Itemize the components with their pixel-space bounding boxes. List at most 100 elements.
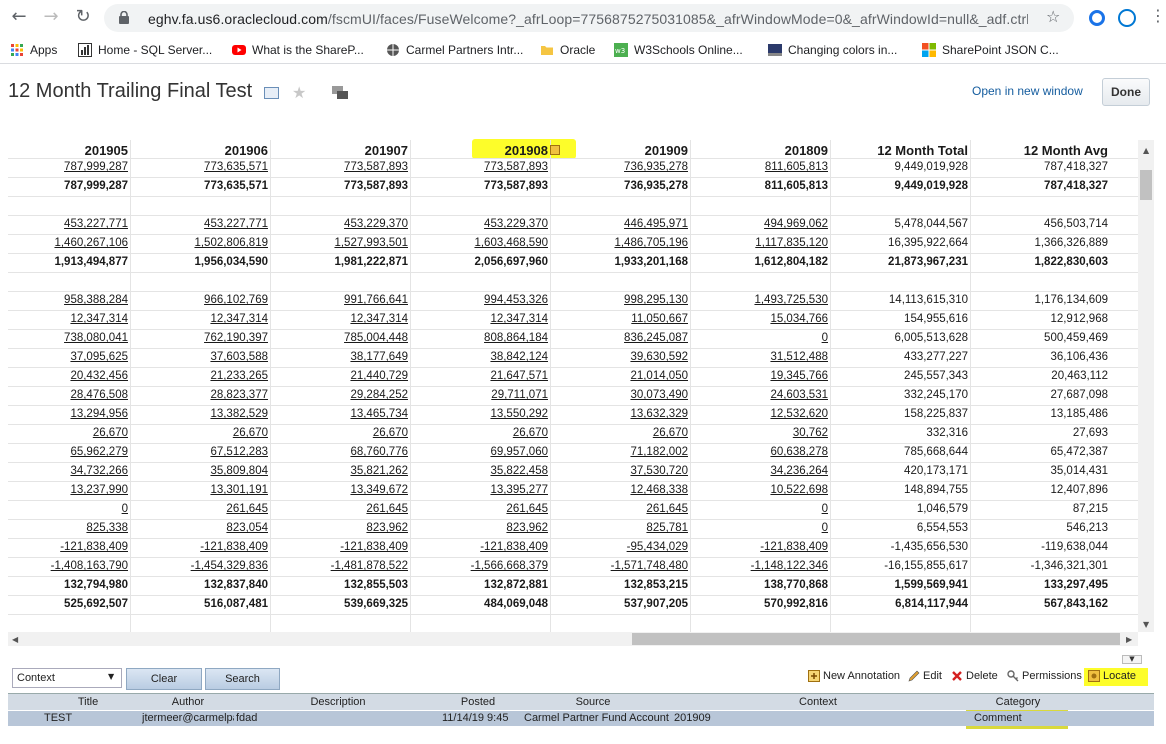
drill-link-cell[interactable]: 39,630,592 <box>630 351 688 363</box>
drill-link-cell[interactable]: 736,935,278 <box>624 161 688 173</box>
drill-link-cell[interactable]: 261,645 <box>506 503 548 515</box>
drill-link-cell[interactable]: 35,809,804 <box>210 465 268 477</box>
drill-link-cell[interactable]: 21,014,050 <box>630 370 688 382</box>
drill-link-cell[interactable]: 12,347,314 <box>490 313 548 325</box>
drill-link-cell[interactable]: -121,838,409 <box>340 541 408 553</box>
drill-link-cell[interactable]: 738,080,041 <box>64 332 128 344</box>
drill-link-cell[interactable]: 823,962 <box>506 522 548 534</box>
annotation-icon[interactable] <box>332 86 348 100</box>
bookmark-sharepoint-json[interactable]: SharePoint JSON C... <box>922 41 1059 59</box>
drill-link-cell[interactable]: 12,347,314 <box>350 313 408 325</box>
drill-link-cell[interactable]: 35,821,262 <box>350 465 408 477</box>
scroll-down-arrow-icon[interactable]: ▼ <box>1143 620 1149 629</box>
drill-link-cell[interactable]: 991,766,641 <box>344 294 408 306</box>
drill-link-cell[interactable]: 1,493,725,530 <box>754 294 828 306</box>
drill-link-cell[interactable]: 13,349,672 <box>350 484 408 496</box>
drill-link-cell[interactable]: 30,073,490 <box>630 389 688 401</box>
drill-link-cell[interactable]: 12,347,314 <box>210 313 268 325</box>
address-bar[interactable]: eghv.fa.us6.oraclecloud.com/fscmUI/faces… <box>104 4 1074 32</box>
bookmark-oracle[interactable]: Oracle <box>540 41 595 59</box>
drill-link-cell[interactable]: 261,645 <box>226 503 268 515</box>
report-icon[interactable] <box>264 87 279 99</box>
drill-link-cell[interactable]: 1,117,835,120 <box>755 237 828 249</box>
drill-link-cell[interactable]: 0 <box>822 332 828 344</box>
horizontal-scroll-thumb[interactable] <box>632 633 1120 645</box>
drill-link-cell[interactable]: 13,632,329 <box>630 408 688 420</box>
annotation-column-header[interactable]: Source <box>533 696 653 708</box>
drill-link-cell[interactable]: 785,004,448 <box>344 332 408 344</box>
bookmark-carmel-partners[interactable]: Carmel Partners Intr... <box>386 41 523 59</box>
chevron-down-icon[interactable]: ▼ <box>108 672 114 681</box>
bookmark-changing-colors[interactable]: Changing colors in... <box>768 41 897 59</box>
drill-link-cell[interactable]: 37,095,625 <box>70 351 128 363</box>
delete-button[interactable]: Delete <box>951 670 998 682</box>
drill-link-cell[interactable]: -121,838,409 <box>480 541 548 553</box>
drill-link-cell[interactable]: 28,823,377 <box>210 389 268 401</box>
column-header[interactable]: 12 Month Total <box>877 143 968 158</box>
drill-link-cell[interactable]: -121,838,409 <box>200 541 268 553</box>
drill-link-cell[interactable]: 13,550,292 <box>490 408 548 420</box>
drill-link-cell[interactable]: 958,388,284 <box>64 294 128 306</box>
drill-link-cell[interactable]: 60,638,278 <box>770 446 828 458</box>
drill-link-cell[interactable]: 29,711,071 <box>491 389 548 401</box>
column-annotation-icon[interactable] <box>550 145 560 155</box>
column-header[interactable]: 201908 <box>505 143 548 158</box>
browser-menu-icon[interactable]: ⋮ <box>1150 6 1166 25</box>
drill-link-cell[interactable]: 998,295,130 <box>624 294 688 306</box>
drill-link-cell[interactable]: 823,962 <box>366 522 408 534</box>
collapse-panel-icon[interactable]: ▼ <box>1122 655 1142 664</box>
drill-link-cell[interactable]: 34,236,264 <box>770 465 828 477</box>
drill-link-cell[interactable]: 28,476,508 <box>70 389 128 401</box>
drill-link-cell[interactable]: -121,838,409 <box>60 541 128 553</box>
drill-link-cell[interactable]: 20,432,456 <box>70 370 128 382</box>
drill-link-cell[interactable]: 1,486,705,196 <box>614 237 688 249</box>
annotation-column-header[interactable]: Category <box>958 696 1078 708</box>
column-header[interactable]: 12 Month Avg <box>1024 143 1108 158</box>
drill-link-cell[interactable]: 26,670 <box>93 427 128 439</box>
drill-link-cell[interactable]: 0 <box>122 503 128 515</box>
back-arrow-icon[interactable]: ← <box>8 6 30 28</box>
scroll-up-arrow-icon[interactable]: ▲ <box>1143 146 1149 155</box>
annotation-column-header[interactable]: Context <box>758 696 878 708</box>
drill-link-cell[interactable]: 26,670 <box>513 427 548 439</box>
drill-link-cell[interactable]: 261,645 <box>366 503 408 515</box>
new-annotation-button[interactable]: New Annotation <box>808 670 900 683</box>
drill-link-cell[interactable]: 13,465,734 <box>350 408 408 420</box>
drill-link-cell[interactable]: 19,345,766 <box>770 370 828 382</box>
edit-button[interactable]: Edit <box>908 670 942 682</box>
column-header[interactable]: 201907 <box>365 143 408 158</box>
drill-link-cell[interactable]: 453,229,370 <box>484 218 548 230</box>
drill-link-cell[interactable]: 773,635,571 <box>204 161 268 173</box>
column-header[interactable]: 201809 <box>785 143 828 158</box>
drill-link-cell[interactable]: 21,647,571 <box>490 370 548 382</box>
drill-link-cell[interactable]: 0 <box>822 503 828 515</box>
drill-link-cell[interactable]: 453,229,370 <box>344 218 408 230</box>
bookmark-apps[interactable]: Apps <box>10 41 57 59</box>
drill-link-cell[interactable]: 71,182,002 <box>630 446 688 458</box>
drill-link-cell[interactable]: 13,301,191 <box>210 484 268 496</box>
clear-button[interactable]: Clear <box>126 668 202 690</box>
drill-link-cell[interactable]: 12,468,338 <box>630 484 688 496</box>
annotation-column-header[interactable]: Author <box>128 696 248 708</box>
drill-link-cell[interactable]: 966,102,769 <box>204 294 268 306</box>
drill-link-cell[interactable]: -121,838,409 <box>760 541 828 553</box>
drill-link-cell[interactable]: 1,502,806,819 <box>194 237 268 249</box>
drill-link-cell[interactable]: 13,395,277 <box>490 484 548 496</box>
drill-link-cell[interactable]: 37,530,720 <box>630 465 688 477</box>
annotation-column-header[interactable]: Description <box>278 696 398 708</box>
scroll-right-arrow-icon[interactable]: ▶ <box>1126 635 1132 644</box>
drill-link-cell[interactable]: 21,440,729 <box>350 370 408 382</box>
vertical-scrollbar[interactable] <box>1138 140 1154 632</box>
drill-link-cell[interactable]: 38,177,649 <box>350 351 408 363</box>
drill-link-cell[interactable]: 38,842,124 <box>490 351 548 363</box>
drill-link-cell[interactable]: 1,603,468,590 <box>474 237 548 249</box>
drill-link-cell[interactable]: 1,460,267,106 <box>54 237 128 249</box>
drill-link-cell[interactable]: 34,732,266 <box>70 465 128 477</box>
drill-link-cell[interactable]: 37,603,588 <box>210 351 268 363</box>
drill-link-cell[interactable]: 11,050,667 <box>631 313 688 325</box>
drill-link-cell[interactable]: 68,760,776 <box>350 446 408 458</box>
bookmark-sql-server[interactable]: Home - SQL Server... <box>78 41 212 59</box>
drill-link-cell[interactable]: 15,034,766 <box>770 313 828 325</box>
drill-link-cell[interactable]: 21,233,265 <box>210 370 268 382</box>
drill-link-cell[interactable]: 811,605,813 <box>765 161 828 173</box>
